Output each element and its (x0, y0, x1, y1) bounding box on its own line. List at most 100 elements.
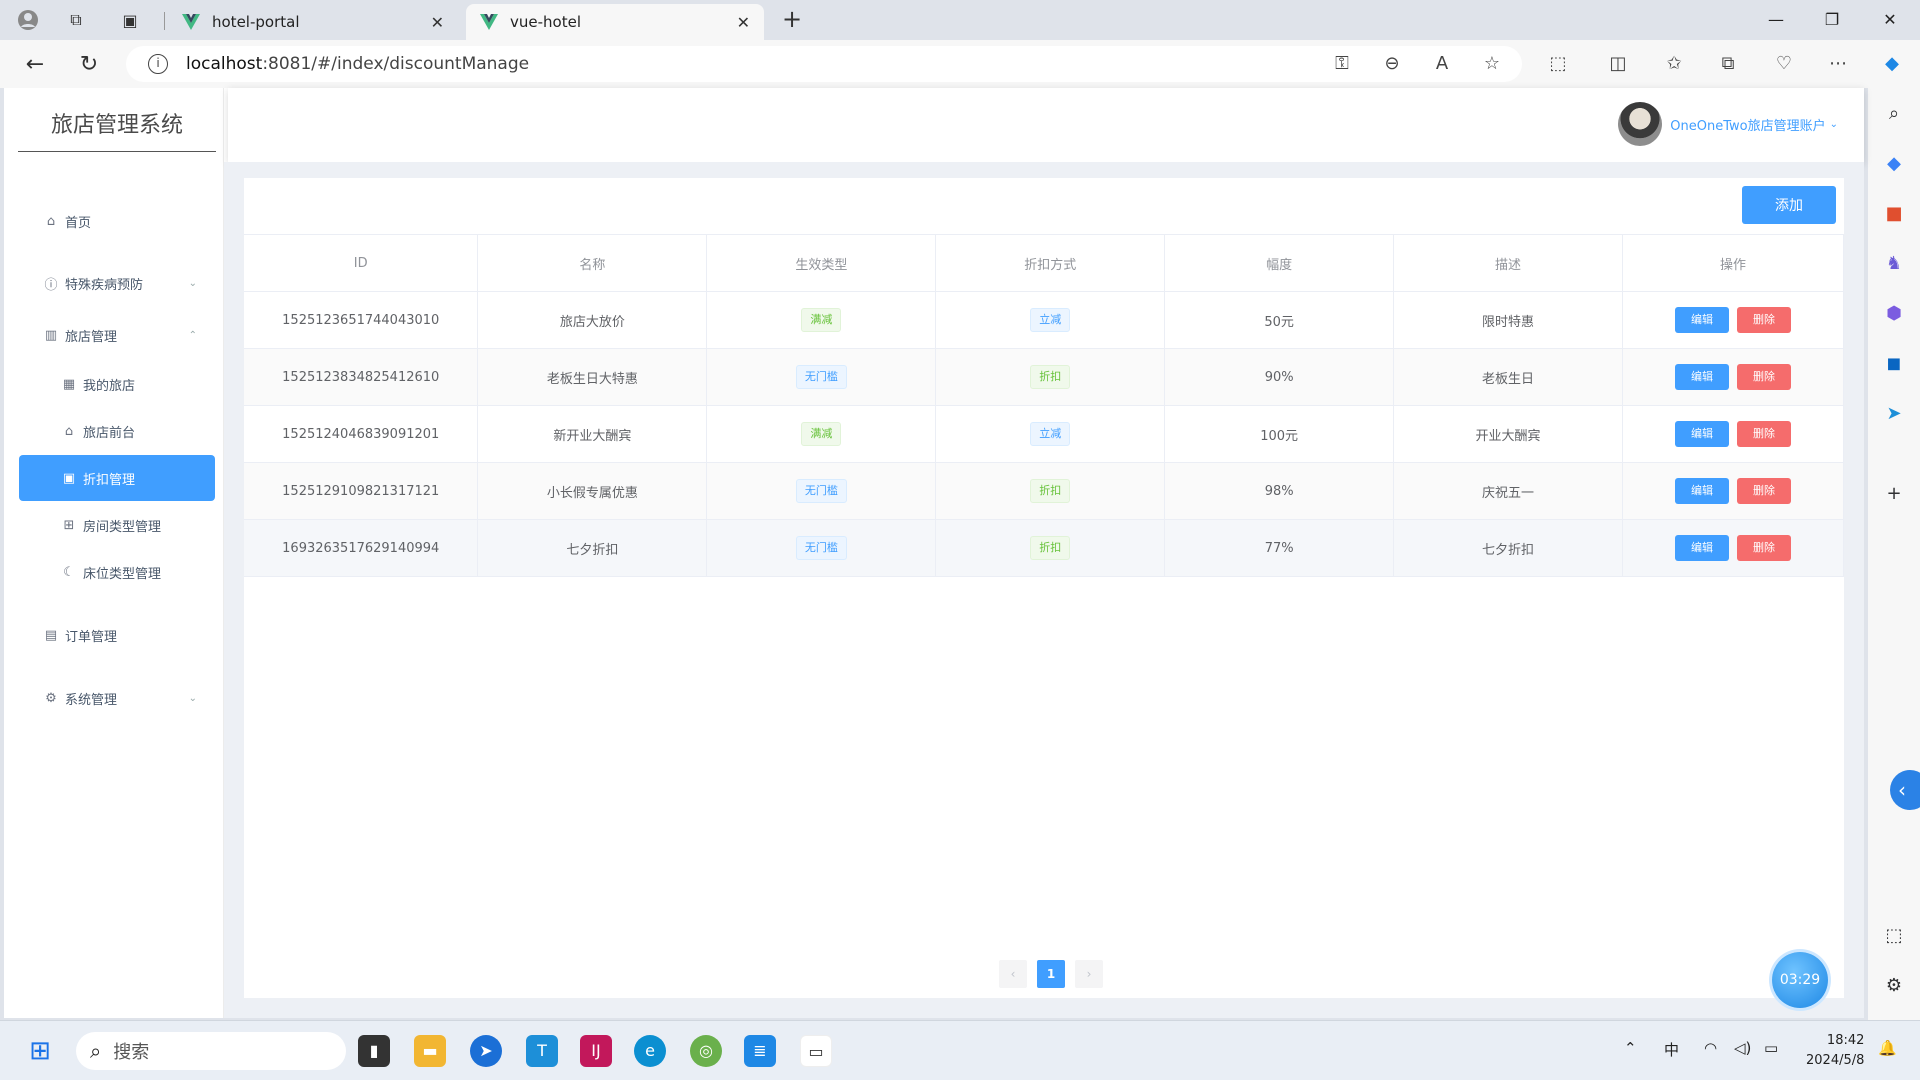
wifi-icon[interactable]: ◠ (1704, 1039, 1717, 1057)
cell-amount: 98% (1164, 462, 1395, 520)
settings-gear-icon[interactable]: ⚙ (1882, 974, 1906, 998)
sidebar-item-disease-prevention[interactable]: ⓘ 特殊疾病预防 ⌄ (19, 260, 215, 306)
copilot-icon[interactable]: ◆ (1880, 52, 1904, 76)
notification-bell-icon[interactable]: 🔔 (1878, 1039, 1897, 1057)
zoom-out-icon[interactable]: ⊖ (1380, 52, 1404, 76)
tools-icon[interactable]: ■ (1882, 202, 1906, 226)
edit-button[interactable]: 编辑 (1675, 307, 1729, 333)
page-number-button[interactable]: 1 (1037, 960, 1065, 988)
windows-start-icon[interactable]: ⊞ (24, 1035, 56, 1067)
column-header-effect-type: 生效类型 (706, 234, 937, 292)
sidebar-item-home[interactable]: ⌂ 首页 (19, 198, 215, 244)
delete-button[interactable]: 删除 (1737, 478, 1791, 504)
tab-vue-hotel[interactable]: vue-hotel ✕ (466, 4, 764, 40)
close-icon[interactable]: ✕ (737, 13, 750, 32)
favorite-star-icon[interactable]: ☆ (1480, 52, 1504, 76)
sidebar-item-room-types[interactable]: ⊞ 房间类型管理 (19, 502, 215, 548)
edit-button[interactable]: 编辑 (1675, 535, 1729, 561)
sidebar-item-label: 旅店管理 (65, 329, 118, 345)
read-aloud-icon[interactable]: A (1430, 52, 1454, 76)
outlook-icon[interactable]: ◼ (1882, 352, 1906, 376)
games-icon[interactable]: ♞ (1882, 252, 1906, 276)
workspaces-icon[interactable]: ⧉ (64, 8, 88, 32)
extensions-icon[interactable]: ⬚ (1546, 52, 1570, 76)
split-screen-icon[interactable]: ◫ (1606, 52, 1630, 76)
typora-icon[interactable]: T (526, 1035, 558, 1067)
favorites-icon[interactable]: ✩ (1662, 52, 1686, 76)
edit-button[interactable]: 编辑 (1675, 478, 1729, 504)
cell-name: 老板生日大特惠 (477, 348, 708, 406)
edge-sidebar: ⌕ ◆ ■ ♞ ⬢ ◼ ➤ + ⬚ ⚙ (1868, 88, 1920, 1020)
close-icon[interactable]: ✕ (431, 13, 444, 32)
sidebar-item-hotel-management[interactable]: ▥ 旅店管理 ⌃ (19, 312, 215, 358)
tab-hotel-portal[interactable]: hotel-portal ✕ (168, 4, 458, 40)
volume-icon[interactable]: ◁) (1734, 1039, 1751, 1057)
address-bar-row: ← ↻ i localhost:8081/#/index/discountMan… (0, 40, 1920, 88)
taskbar-search[interactable]: ⌕ 搜索 (76, 1032, 346, 1070)
tray-chevron-up-icon[interactable]: ⌃ (1624, 1039, 1637, 1057)
table-header-row: ID 名称 生效类型 折扣方式 幅度 描述 操作 (244, 234, 1844, 292)
sidebar: 旅店管理系统 ⌂ 首页 ⓘ 特殊疾病预防 ⌄ ▥ 旅店管理 ⌃ ▦ 我的旅店 ⌂… (4, 88, 224, 1018)
minimize-button[interactable]: — (1752, 6, 1800, 34)
ime-indicator[interactable]: 中 (1664, 1039, 1679, 1060)
delete-button[interactable]: 删除 (1737, 307, 1791, 333)
back-arrow-icon[interactable]: ← (20, 50, 50, 80)
key-icon[interactable]: ⚿ (1330, 52, 1354, 76)
tab-actions-icon[interactable]: ▣ (118, 8, 142, 32)
sidebar-item-bed-types[interactable]: ☾ 床位类型管理 (19, 549, 215, 595)
window-close-button[interactable]: ✕ (1866, 6, 1914, 34)
restore-button[interactable]: ❐ (1808, 6, 1856, 34)
add-button[interactable]: 添加 (1742, 186, 1836, 224)
discount-method-tag: 立减 (1030, 308, 1071, 332)
screenshot-icon[interactable]: ⬚ (1882, 924, 1906, 948)
timer-widget[interactable]: 03:29 (1772, 952, 1828, 1008)
edge-icon[interactable]: e (634, 1035, 666, 1067)
system-clock[interactable]: 18:42 2024/5/8 (1806, 1031, 1864, 1071)
microsoft365-icon[interactable]: ⬢ (1882, 302, 1906, 326)
edit-button[interactable]: 编辑 (1675, 421, 1729, 447)
cell-description: 老板生日 (1393, 348, 1623, 406)
edit-button[interactable]: 编辑 (1675, 364, 1729, 390)
delete-button[interactable]: 删除 (1737, 364, 1791, 390)
browser-essentials-icon[interactable]: ♡ (1772, 52, 1796, 76)
task-view-icon[interactable]: ▮ (358, 1035, 390, 1067)
discount-method-tag: 折扣 (1030, 536, 1071, 560)
notepad-icon[interactable]: ≣ (744, 1035, 776, 1067)
cell-amount: 100元 (1164, 405, 1395, 463)
search-icon[interactable]: ⌕ (1882, 102, 1906, 126)
more-options-icon[interactable]: ⋯ (1826, 52, 1850, 76)
taskbar: ⊞ ⌕ 搜索 ▮ ▬ ➤ T IJ e ◎ ≣ ▭ ⌃ 中 ◠ ◁) ▭ 18:… (0, 1020, 1920, 1080)
send-icon[interactable]: ➤ (1882, 402, 1906, 426)
chrome-like-icon[interactable]: ◎ (690, 1035, 722, 1067)
prev-page-button[interactable]: ‹ (999, 960, 1027, 988)
add-icon[interactable]: + (1882, 482, 1906, 506)
reload-icon[interactable]: ↻ (74, 50, 104, 80)
shopping-tag-icon[interactable]: ◆ (1882, 152, 1906, 176)
sidebar-item-my-hotel[interactable]: ▦ 我的旅店 (19, 361, 215, 407)
battery-icon[interactable]: ▭ (1764, 1039, 1778, 1057)
avatar[interactable] (1618, 102, 1663, 146)
new-tab-button[interactable]: + (778, 6, 806, 34)
next-page-button[interactable]: › (1075, 960, 1103, 988)
delete-button[interactable]: 删除 (1737, 421, 1791, 447)
tab-title: vue-hotel (510, 13, 581, 31)
user-menu[interactable]: OneOneTwo旅店管理账户 ⌄ (1618, 102, 1838, 146)
profile-icon[interactable] (16, 8, 40, 32)
cell-name: 新开业大酬宾 (477, 405, 708, 463)
app-icon[interactable]: ▭ (800, 1035, 832, 1067)
intellij-icon[interactable]: IJ (580, 1035, 612, 1067)
pagination: ‹ 1 › (994, 960, 1108, 988)
collections-icon[interactable]: ⧉ (1716, 52, 1740, 76)
clipboard-icon: ▤ (44, 627, 58, 643)
sidebar-item-orders[interactable]: ▤ 订单管理 (19, 612, 215, 658)
site-info-icon[interactable]: i (148, 54, 168, 74)
username[interactable]: OneOneTwo旅店管理账户 (1670, 115, 1825, 134)
chevron-down-icon[interactable]: ⌄ (1830, 119, 1838, 130)
feishu-icon[interactable]: ➤ (470, 1035, 502, 1067)
sidebar-item-front-desk[interactable]: ⌂ 旅店前台 (19, 408, 215, 454)
sidebar-item-system[interactable]: ⚙ 系统管理 ⌄ (19, 675, 215, 721)
sidebar-item-discount-management[interactable]: ▣ 折扣管理 (19, 455, 215, 501)
url-field[interactable]: i localhost:8081/#/index/discountManage (126, 46, 1522, 82)
delete-button[interactable]: 删除 (1737, 535, 1791, 561)
file-explorer-icon[interactable]: ▬ (414, 1035, 446, 1067)
